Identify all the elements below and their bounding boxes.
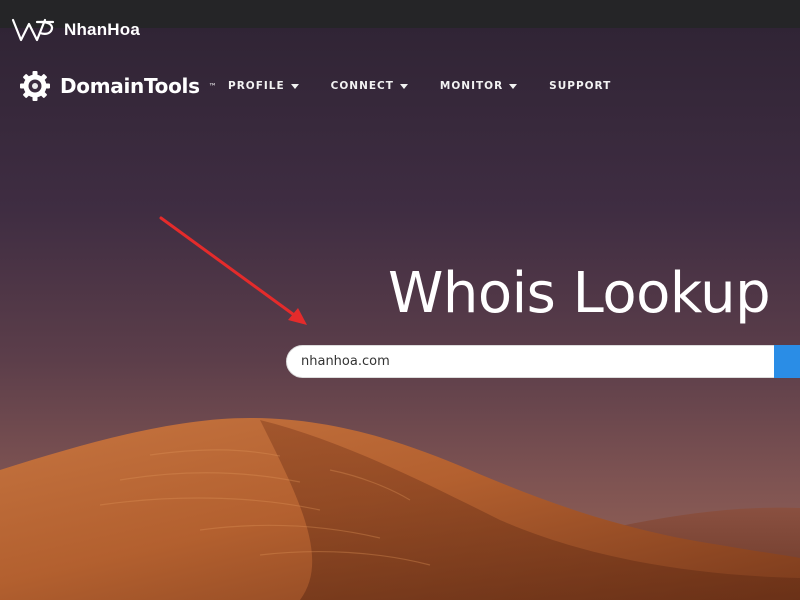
whois-search-form [286, 345, 800, 378]
nav-item-label: PROFILE [228, 80, 285, 92]
caret-down-icon [399, 84, 408, 89]
search-button[interactable] [774, 345, 800, 378]
nhanhoa-logo-icon [11, 18, 55, 42]
page-title: Whois Lookup [388, 261, 771, 326]
nav-item-label: MONITOR [439, 80, 504, 92]
caret-down-icon [509, 84, 518, 89]
gear-icon [20, 71, 50, 101]
nav-item-monitor[interactable]: MONITOR [439, 78, 518, 94]
domain-search-input[interactable] [286, 345, 776, 378]
brand-name: DomainTools [60, 74, 200, 98]
watermark: NhanHoa [10, 14, 140, 46]
site-logo-link[interactable]: DomainTools ™ [18, 69, 217, 103]
nav-item-profile[interactable]: PROFILE [228, 78, 299, 94]
watermark-brand: NhanHoa [64, 20, 141, 39]
arrow-icon [159, 216, 307, 325]
nav-item-label: SUPPORT [549, 80, 612, 92]
main-nav: PROFILE CONNECT MONITOR SUPPORT [228, 78, 643, 94]
caret-down-icon [290, 84, 299, 89]
brand-trademark: ™ [208, 81, 217, 91]
nav-item-support[interactable]: SUPPORT [549, 78, 611, 94]
nav-item-label: CONNECT [330, 80, 394, 92]
nav-item-connect[interactable]: CONNECT [331, 78, 408, 94]
